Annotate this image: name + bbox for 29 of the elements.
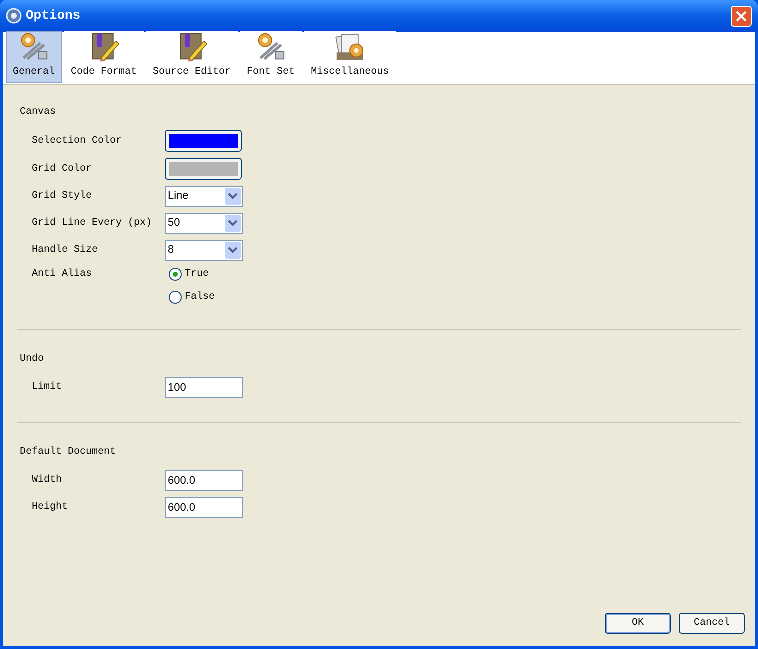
radio-option[interactable]: False [169, 290, 216, 305]
field-label: Selection Color [31, 134, 124, 148]
radio-option[interactable]: True [169, 267, 216, 282]
dialog-button[interactable]: OK [605, 613, 671, 634]
dialog-button[interactable]: Cancel [679, 613, 745, 634]
field-label: Limit [31, 380, 64, 395]
section-title: Default Document [20, 446, 118, 460]
toolbar-tab[interactable]: General [6, 31, 62, 83]
close-button[interactable] [731, 6, 752, 26]
input-field[interactable]: 100 [165, 377, 243, 398]
field-label: Handle Size [31, 244, 100, 258]
field-label: Width [31, 474, 64, 488]
field-label: Height [31, 500, 70, 515]
field-label: Grid Color [31, 162, 94, 176]
close-icon [736, 10, 747, 22]
window-title: Options [26, 7, 82, 26]
section-title: Undo [20, 352, 46, 367]
dropdown[interactable]: 8 [165, 240, 243, 261]
input-field[interactable]: 600.0 [165, 470, 243, 491]
app-icon [6, 8, 22, 24]
color-swatch-button[interactable] [165, 158, 242, 180]
field-label: Grid Style [31, 190, 94, 204]
section-title: Canvas [20, 106, 58, 120]
color-swatch-button[interactable] [165, 130, 242, 152]
dropdown[interactable]: 50 [165, 213, 243, 234]
input-field[interactable]: 600.0 [165, 497, 243, 518]
field-label: Grid Line Every (px) [31, 216, 154, 231]
dropdown[interactable]: Line [165, 186, 243, 207]
field-label: Anti Alias [31, 268, 94, 282]
